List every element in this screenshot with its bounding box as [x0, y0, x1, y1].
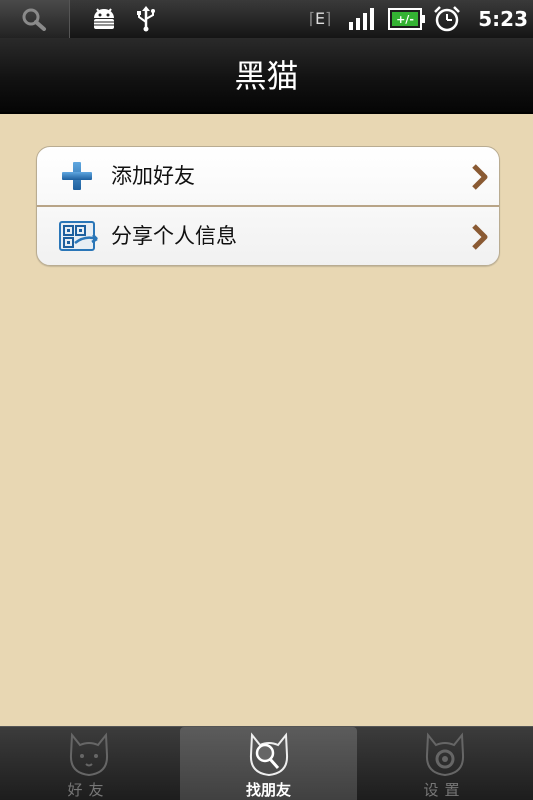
cat-settings-icon: [425, 732, 465, 777]
tab-settings[interactable]: 设置: [356, 727, 533, 800]
add-friend-label: 添加好友: [111, 164, 195, 188]
share-info-label: 分享个人信息: [111, 224, 237, 248]
status-time: 5:23: [478, 7, 528, 31]
title-bar: 黑猫: [0, 38, 533, 114]
cat-friends-icon: [69, 732, 109, 777]
plus-icon: [62, 162, 92, 190]
add-friend-row[interactable]: 添加好友: [37, 147, 499, 206]
android-debug-icon: [94, 8, 114, 29]
chevron-right-icon: [472, 164, 488, 190]
share-info-row[interactable]: 分享个人信息: [37, 207, 499, 265]
alarm-icon: [434, 6, 460, 32]
tab-find-friends-label: 找朋友: [245, 781, 291, 799]
chevron-right-icon: [472, 224, 488, 250]
battery-label: +/-: [396, 13, 414, 26]
search-icon: [22, 8, 46, 31]
cat-search-icon: [249, 732, 289, 777]
usb-icon: [137, 6, 155, 32]
tab-find-friends[interactable]: 找朋友: [180, 727, 357, 800]
edge-network-icon: ⌈E⌉: [308, 9, 332, 28]
signal-icon: [349, 8, 374, 30]
tab-friends-label: 好友: [67, 781, 110, 799]
status-search-button[interactable]: [0, 0, 70, 38]
battery-charging-icon: +/-: [388, 8, 426, 34]
page-title: 黑猫: [234, 57, 299, 95]
status-bar: ⌈E⌉ +/- 5:23: [0, 0, 533, 38]
tab-settings-label: 设置: [423, 781, 466, 799]
tab-friends[interactable]: 好友: [0, 727, 177, 800]
qr-share-icon: [59, 221, 98, 251]
menu-card: 添加好友 分享个人信息: [36, 146, 500, 266]
bottom-tab-bar: 好友 找朋友 设置: [0, 726, 533, 800]
